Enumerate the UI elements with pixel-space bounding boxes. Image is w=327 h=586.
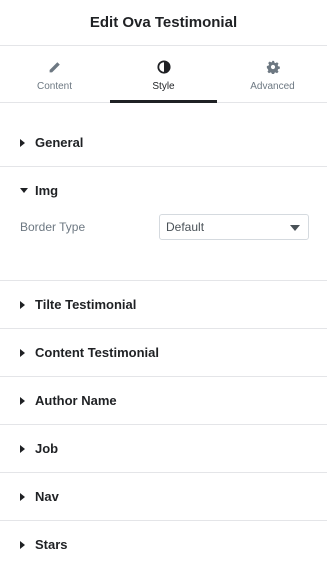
section-img: Img Border Type Default <box>0 167 327 281</box>
tab-style-label: Style <box>152 81 175 92</box>
caret-down-icon <box>20 186 30 196</box>
section-content-testimonial-header[interactable]: Content Testimonial <box>0 329 327 376</box>
chevron-down-icon <box>290 218 300 236</box>
section-nav: Nav <box>0 473 327 521</box>
caret-right-icon <box>20 138 30 148</box>
section-nav-header[interactable]: Nav <box>0 473 327 520</box>
section-stars: Stars <box>0 521 327 568</box>
half-circle-icon <box>156 59 172 75</box>
tab-style[interactable]: Style <box>109 46 218 103</box>
caret-right-icon <box>20 540 30 550</box>
caret-right-icon <box>20 300 30 310</box>
section-stars-title: Stars <box>35 537 68 552</box>
panel-title: Edit Ova Testimonial <box>89 14 238 31</box>
caret-right-icon <box>20 444 30 454</box>
section-img-header[interactable]: Img <box>0 167 327 214</box>
section-job-header[interactable]: Job <box>0 425 327 472</box>
section-author-name: Author Name <box>0 377 327 425</box>
section-job: Job <box>0 425 327 473</box>
gear-icon <box>265 59 281 75</box>
panel-header: Edit Ova Testimonial <box>0 0 327 46</box>
tab-advanced-label: Advanced <box>250 81 295 92</box>
section-stars-header[interactable]: Stars <box>0 521 327 568</box>
border-type-select[interactable]: Default <box>159 214 309 240</box>
section-author-name-header[interactable]: Author Name <box>0 377 327 424</box>
section-tilte-testimonial-header[interactable]: Tilte Testimonial <box>0 281 327 328</box>
caret-right-icon <box>20 492 30 502</box>
border-type-value: Default <box>166 220 205 234</box>
section-tilte-testimonial: Tilte Testimonial <box>0 281 327 329</box>
caret-right-icon <box>20 348 30 358</box>
border-type-label: Border Type <box>20 220 86 234</box>
section-content-testimonial-title: Content Testimonial <box>35 345 159 360</box>
tab-advanced[interactable]: Advanced <box>218 46 327 102</box>
section-general-header[interactable]: General <box>0 119 327 166</box>
caret-right-icon <box>20 396 30 406</box>
tab-bar: Content Style Advanced <box>0 46 327 103</box>
tab-content-label: Content <box>36 81 73 92</box>
section-general: General <box>0 119 327 167</box>
section-tilte-testimonial-title: Tilte Testimonial <box>35 297 137 312</box>
section-author-name-title: Author Name <box>35 393 117 408</box>
tab-content[interactable]: Content <box>0 46 109 102</box>
border-type-control: Border Type Default <box>0 214 327 240</box>
section-job-title: Job <box>35 441 59 456</box>
section-nav-title: Nav <box>35 489 59 504</box>
section-general-title: General <box>35 135 84 150</box>
section-content-testimonial: Content Testimonial <box>0 329 327 377</box>
editor-panel: Edit Ova Testimonial Content Style Advan… <box>0 0 327 586</box>
pencil-icon <box>47 59 63 75</box>
section-img-title: Img <box>35 183 59 198</box>
